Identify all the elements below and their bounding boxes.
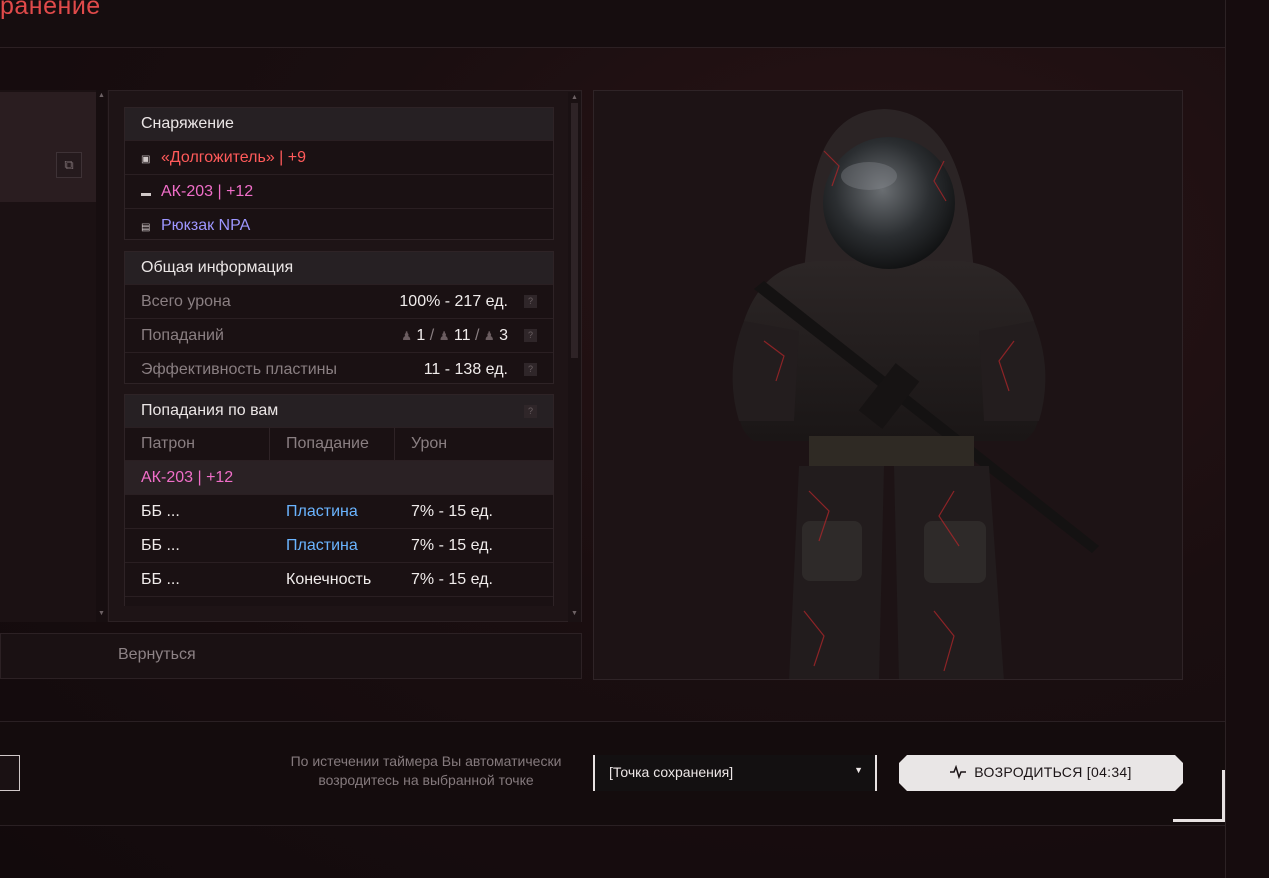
scroll-down-icon[interactable]: ▼ [98, 610, 105, 617]
ammo-cell: ББ ... [141, 503, 180, 520]
plate-efficiency-value: 11 - 138 ед. [423, 361, 508, 378]
left-list-panel: ⧉ ▲ ▼ [0, 90, 109, 622]
character-model [732, 109, 1099, 679]
person-icon: ♟ [483, 329, 495, 343]
hits-on-you-section: Попадания по вам ? Патрон Попадание Урон… [124, 394, 554, 606]
scroll-up-icon[interactable]: ▲ [98, 92, 105, 99]
damage-cell: 7% - 15 ед. [411, 571, 493, 588]
equipment-item-label: «Долгожитель» | +9 [161, 149, 307, 166]
heartbeat-icon [950, 764, 967, 780]
ammo-cell: ББ ... [141, 537, 180, 554]
help-icon[interactable]: ? [524, 295, 537, 308]
hits-value: 1 [416, 327, 426, 344]
column-ammo: Патрон [125, 428, 270, 460]
hit-cell: Пластина [286, 503, 358, 520]
equipment-item-armor[interactable]: ▣ «Долгожитель» | +9 [125, 140, 553, 174]
scroll-up-icon[interactable]: ▲ [571, 94, 578, 101]
respawn-button[interactable]: ВОЗРОДИТЬСЯ [04:34] [899, 755, 1183, 791]
hit-cell: Пластина [286, 537, 358, 554]
table-row: ББ ... Пластина 7% - 15 ед. [125, 596, 553, 606]
plate-efficiency-label: Эффективность пластины [141, 361, 338, 378]
corner-bracket [1173, 770, 1225, 822]
hits-label: Попаданий [141, 327, 224, 344]
help-icon[interactable]: ? [524, 363, 537, 376]
top-bar: ранение [0, 0, 1225, 48]
table-row: ББ ... Пластина 7% - 15 ед. [125, 494, 553, 528]
hits-values: ♟ 1 / ♟ 11 / ♟ 3 [401, 319, 508, 353]
hits-row: Попаданий ♟ 1 / ♟ 11 / ♟ 3 ? [125, 318, 553, 352]
respawn-hint: По истечении таймера Вы автоматически во… [270, 752, 582, 790]
equipment-item-label: Рюкзак NPA [161, 217, 251, 234]
armor-icon: ▣ [141, 154, 151, 165]
table-header: Патрон Попадание Урон [125, 427, 553, 460]
character-model-viewer[interactable] [593, 90, 1183, 680]
table-row: ББ ... Пластина 7% - 15 ед. [125, 528, 553, 562]
right-strip [1226, 0, 1269, 878]
plate-efficiency-row: Эффективность пластины 11 - 138 ед. ? [125, 352, 553, 386]
person-icon: ♟ [438, 329, 450, 343]
spawn-point-value: [Точка сохранения] [609, 764, 734, 780]
copy-icon[interactable]: ⧉ [56, 152, 82, 178]
left-control-stub[interactable] [0, 755, 20, 791]
selected-list-item[interactable]: ⧉ [0, 92, 96, 202]
ammo-cell: ББ ... [141, 571, 180, 588]
page-title: ранение [0, 0, 101, 20]
table-row: ББ ... Конечность 7% - 15 ед. [125, 562, 553, 596]
rifle-icon: ▬ [141, 188, 151, 199]
column-hit: Попадание [270, 428, 395, 460]
weapon-group-row: АК-203 | +12 [125, 460, 553, 494]
help-icon[interactable]: ? [524, 405, 537, 418]
hits-value: 11 [453, 327, 471, 344]
total-damage-row: Всего урона 100% - 217 ед. ? [125, 284, 553, 318]
left-scrollbar[interactable]: ▲ ▼ [96, 90, 107, 622]
respawn-button-content: ВОЗРОДИТЬСЯ [04:34] [899, 764, 1183, 780]
back-bar: Вернуться [0, 633, 582, 679]
hits-on-you-title: Попадания по вам ? [125, 395, 553, 427]
equipment-item-label: АК-203 | +12 [161, 183, 254, 200]
scroll-down-icon[interactable]: ▼ [571, 610, 578, 617]
equipment-item-backpack[interactable]: ▤ Рюкзак NPA [125, 208, 553, 242]
total-damage-value: 100% - 217 ед. [399, 293, 508, 310]
person-icon: ♟ [401, 329, 412, 343]
equipment-section: Снаряжение ▣ «Долгожитель» | +9 ▬ АК-203 |… [124, 107, 554, 240]
damage-cell: 7% - 15 ед. [411, 503, 493, 520]
column-damage: Урон [411, 435, 448, 452]
damage-cell: 7% - 15 ед. [395, 597, 553, 606]
backpack-icon: ▤ [141, 222, 151, 233]
hint-line: возродитесь на выбранной точке [318, 772, 534, 788]
help-icon[interactable]: ? [524, 329, 537, 342]
separator: / [429, 327, 435, 344]
total-damage-label: Всего урона [141, 293, 231, 310]
ammo-cell: ББ ... [125, 597, 270, 606]
separator: / [474, 327, 480, 344]
general-info-title: Общая информация [125, 252, 553, 284]
section-title: Попадания по вам [141, 402, 279, 419]
spawn-point-select[interactable]: [Точка сохранения] ▼ [593, 755, 877, 791]
hint-line: По истечении таймера Вы автоматически [290, 753, 562, 769]
hits-value: 3 [499, 327, 508, 344]
scroll-thumb[interactable] [571, 103, 578, 358]
respawn-button-label: ВОЗРОДИТЬСЯ [04:34] [974, 764, 1132, 780]
hit-cell: Пластина [270, 597, 395, 606]
hit-cell: Конечность [286, 571, 372, 588]
damage-cell: 7% - 15 ед. [411, 537, 493, 554]
back-button[interactable]: Вернуться [118, 646, 196, 664]
chevron-down-icon: ▼ [854, 765, 863, 775]
general-info-section: Общая информация Всего урона 100% - 217 … [124, 251, 554, 384]
equipment-title: Снаряжение [125, 108, 553, 140]
equipment-item-rifle[interactable]: ▬ АК-203 | +12 [125, 174, 553, 208]
